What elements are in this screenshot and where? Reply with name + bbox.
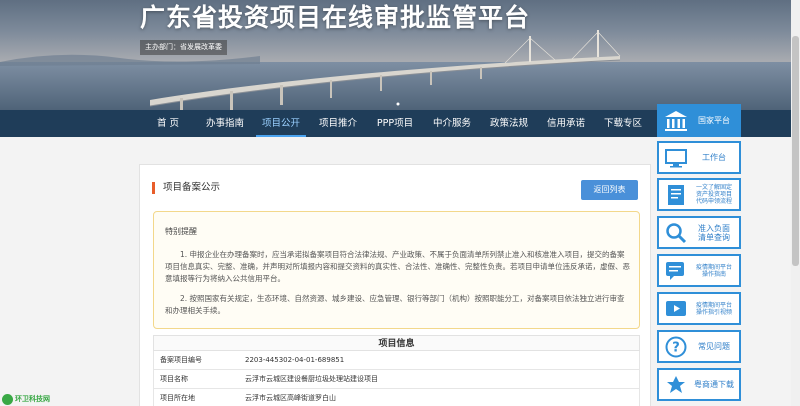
side-link-epidemic-guide[interactable]: 疫情期间平台 操作指南 bbox=[657, 254, 741, 287]
nav-item-project-public[interactable]: 项目公开 bbox=[256, 110, 306, 137]
project-info-heading: 项目信息 bbox=[153, 335, 640, 351]
sponsor-label: 主办部门：省发展改革委 bbox=[140, 40, 227, 55]
side-link-code-process[interactable]: 一文了解固定 资产投资项目 代码申领流程 bbox=[657, 178, 741, 211]
nav-item-home[interactable]: 首 页 bbox=[146, 110, 190, 137]
notice-box: 特别提醒 1. 申报企业在办理备案时，应当承诺拟备案项目符合法律法规、产业政策、… bbox=[153, 211, 640, 329]
side-link-label: 国家平台 bbox=[698, 116, 730, 125]
page-scrollbar[interactable] bbox=[791, 0, 800, 406]
project-filing-card: 项目备案公示 返回列表 特别提醒 1. 申报企业在办理备案时，应当承诺拟备案项目… bbox=[139, 164, 651, 406]
info-value: 2203-445302-04-01-689851 bbox=[245, 356, 345, 364]
info-row: 项目名称 云浮市云城区建设餐厨垃圾处理站建设项目 bbox=[153, 370, 640, 389]
side-link-label: 一文了解固定 资产投资项目 代码申领流程 bbox=[695, 184, 732, 205]
nav-item-policy[interactable]: 政策法规 bbox=[484, 110, 534, 137]
government-building-icon bbox=[665, 111, 687, 131]
side-link-national-platform[interactable]: 国家平台 bbox=[657, 104, 741, 137]
info-row: 备案项目编号 2203-445302-04-01-689851 bbox=[153, 351, 640, 370]
site-title: 广东省投资项目在线审批监管平台 bbox=[140, 3, 531, 32]
info-value: 云浮市云城区高峰街道罗白山 bbox=[245, 394, 336, 402]
nav-item-agency-service[interactable]: 中介服务 bbox=[427, 110, 477, 137]
nav-item-guide[interactable]: 办事指南 bbox=[200, 110, 250, 137]
video-icon bbox=[666, 301, 686, 316]
back-to-list-button[interactable]: 返回列表 bbox=[581, 180, 638, 200]
side-link-yst-download[interactable]: 粤商通下载 bbox=[657, 368, 741, 401]
notice-heading: 特别提醒 bbox=[165, 227, 197, 236]
side-link-negative-list[interactable]: 准入负面 清单查询 bbox=[657, 216, 741, 249]
nav-item-project-promotion[interactable]: 项目推介 bbox=[313, 110, 363, 137]
side-link-label: 疫情期间平台 操作指引视频 bbox=[695, 301, 732, 316]
side-link-label: 准入负面 清单查询 bbox=[698, 223, 730, 242]
chat-document-icon bbox=[666, 262, 684, 280]
side-link-label: 常见问题 bbox=[698, 342, 730, 351]
scrollbar-thumb[interactable] bbox=[792, 36, 799, 266]
nav-item-download[interactable]: 下载专区 bbox=[598, 110, 648, 137]
page-title: 项目备案公示 bbox=[152, 182, 220, 194]
header-banner: 广东省投资项目在线审批监管平台 主办部门：省发展改革委 bbox=[0, 0, 800, 110]
side-link-epidemic-video[interactable]: 疫情期间平台 操作指引视频 bbox=[657, 292, 741, 325]
info-row: 项目所在地 云浮市云城区高峰街道罗白山 bbox=[153, 389, 640, 406]
info-value: 云浮市云城区建设餐厨垃圾处理站建设项目 bbox=[245, 375, 378, 383]
side-link-faq[interactable]: ? 常见问题 bbox=[657, 330, 741, 363]
question-icon: ? bbox=[665, 336, 687, 358]
side-link-label: 粤商通下载 bbox=[694, 380, 734, 389]
info-label: 项目名称 bbox=[160, 375, 188, 383]
nav-item-ppp[interactable]: PPP项目 bbox=[370, 110, 420, 137]
nav-item-credit[interactable]: 信用承诺 bbox=[541, 110, 591, 137]
side-link-label: 工作台 bbox=[702, 153, 726, 162]
info-label: 备案项目编号 bbox=[160, 356, 202, 364]
watermark-logo-icon bbox=[2, 393, 13, 405]
notice-paragraph-2: 2. 按照国家有关规定，生态环境、自然资源、城乡建设、应急管理、银行等部门（机构… bbox=[165, 294, 625, 315]
notice-paragraph-1: 1. 申报企业在办理备案时，应当承诺拟备案项目符合法律法规、产业政策、不属于负面… bbox=[165, 250, 630, 283]
info-label: 项目所在地 bbox=[160, 394, 195, 402]
side-link-label: 疫情期间平台 操作指南 bbox=[695, 263, 732, 278]
watermark: 环卫科技网 bbox=[2, 392, 50, 406]
svg-text:?: ? bbox=[672, 341, 680, 356]
monitor-icon bbox=[665, 149, 687, 168]
document-icon bbox=[668, 185, 684, 205]
search-icon bbox=[666, 223, 687, 244]
watermark-text: 环卫科技网 bbox=[15, 395, 50, 403]
app-logo-icon bbox=[667, 376, 685, 393]
side-link-workbench[interactable]: 工作台 bbox=[657, 141, 741, 174]
